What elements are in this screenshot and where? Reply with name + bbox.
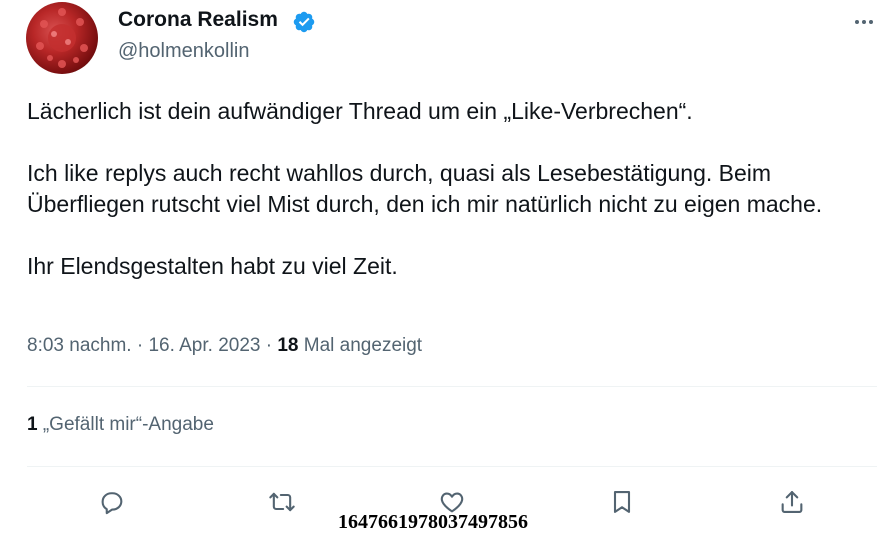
share-icon [781, 491, 803, 513]
verified-badge-icon[interactable] [292, 10, 316, 34]
meta-separator: · [265, 335, 273, 356]
tweet-paragraph: Ich like replys auch recht wahllos durch… [27, 160, 823, 217]
retweet-button[interactable] [260, 480, 304, 524]
reply-icon [101, 492, 123, 515]
retweet-icon [269, 492, 295, 512]
views-count: 18 [277, 335, 299, 356]
views-label: Mal angezeigt [303, 335, 423, 356]
tweet-paragraph: Lächerlich ist dein aufwändiger Thread u… [27, 98, 693, 124]
avatar[interactable] [26, 2, 98, 74]
tweet-time[interactable]: 8:03 nachm. [27, 335, 132, 356]
likes-label: „Gefällt mir“-Angabe [42, 414, 214, 435]
author-name[interactable]: Corona Realism [118, 8, 278, 32]
tweet-meta: 8:03 nachm. · 16. Apr. 2023 · 18 Mal ang… [27, 335, 422, 357]
meta-separator: · [136, 335, 144, 356]
tweet-paragraph: Ihr Elendsgestalten habt zu viel Zeit. [27, 253, 398, 279]
tweet-text: Lächerlich ist dein aufwändiger Thread u… [27, 96, 887, 282]
coronavirus-avatar-icon [36, 8, 88, 68]
share-button[interactable] [770, 480, 814, 524]
reply-button[interactable] [90, 480, 134, 524]
tweet-id-overlay: 1647661978037497856 [338, 511, 528, 533]
tweet-date[interactable]: 16. Apr. 2023 [148, 335, 260, 356]
bookmark-button[interactable] [600, 480, 644, 524]
bookmark-icon [613, 491, 631, 513]
divider [27, 386, 877, 387]
more-options-icon[interactable] [852, 10, 876, 34]
likes-count: 1 [27, 414, 38, 435]
author-handle[interactable]: @holmenkollin [118, 40, 249, 63]
likes-summary[interactable]: 1 „Gefällt mir“-Angabe [27, 414, 214, 436]
divider [27, 466, 877, 467]
